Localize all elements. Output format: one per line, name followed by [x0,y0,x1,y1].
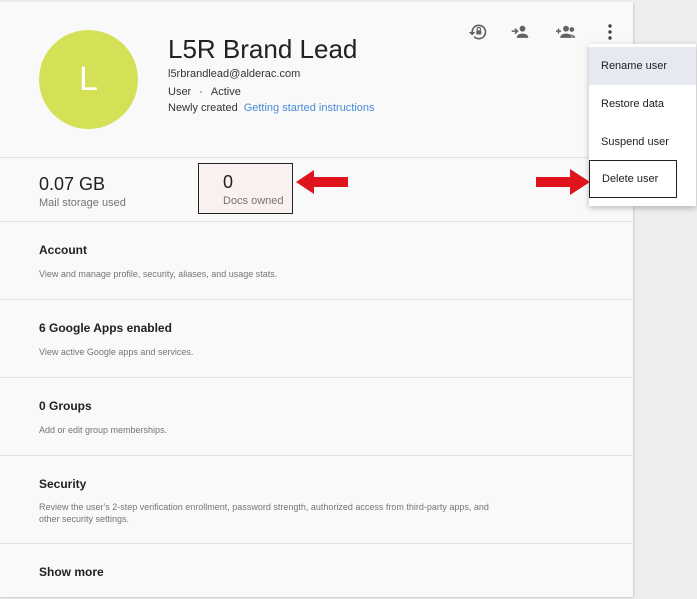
user-name: L5R Brand Lead [168,34,358,64]
section-title: Security [39,477,87,491]
red-arrow-right-icon [536,169,590,195]
red-arrow-left-icon [296,170,348,194]
avatar: L [39,30,138,129]
section-title: 6 Google Apps enabled [39,321,172,335]
menu-item-suspend-user[interactable]: Suspend user [589,123,696,161]
docs-owned-value: 0 [223,172,234,192]
section-security[interactable]: Security Review the user's 2-step verifi… [0,457,634,544]
add-to-group-icon[interactable] [554,20,578,44]
user-created-line: Newly created Getting started instruction… [168,102,375,114]
user-status: Active [210,86,241,98]
mail-storage-stat: 0.07 GB Mail storage used [39,174,126,209]
section-title: Account [39,243,87,257]
separator-dot: · [199,86,203,98]
docs-owned-label: Docs owned [223,195,284,207]
section-description: Add or edit group memberships. [39,425,168,435]
section-show-more[interactable]: Show more [0,545,634,597]
menu-item-delete-user[interactable]: Delete user [589,160,677,198]
section-google-apps[interactable]: 6 Google Apps enabled View active Google… [0,301,634,378]
docs-owned-stat[interactable]: 0 Docs owned [198,163,293,214]
mail-storage-label: Mail storage used [39,197,126,209]
user-details-card: L L5R Brand Lead l5rbrandlead@alderac.co… [0,2,634,597]
menu-item-restore-data[interactable]: Restore data [589,85,696,123]
mail-storage-value: 0.07 GB [39,174,106,194]
section-account[interactable]: Account View and manage profile, securit… [0,223,634,300]
more-vert-icon[interactable] [598,20,622,44]
section-title: 0 Groups [39,399,92,413]
more-actions-menu: Rename user Restore data Suspend user De… [589,44,696,206]
section-groups[interactable]: 0 Groups Add or edit group memberships. [0,379,634,456]
getting-started-link[interactable]: Getting started instructions [244,102,375,114]
transfer-user-icon[interactable] [508,20,532,44]
created-label: Newly created [168,102,238,114]
user-status-line: User · Active [168,86,241,98]
user-header: L L5R Brand Lead l5rbrandlead@alderac.co… [0,2,634,158]
user-role: User [168,86,192,98]
show-more-link: Show more [39,565,104,579]
section-description: Review the user's 2-step verification en… [39,502,489,524]
section-description: View active Google apps and services. [39,347,194,357]
menu-item-rename-user[interactable]: Rename user [589,47,696,85]
user-email: l5rbrandlead@alderac.com [168,68,301,80]
section-description: View and manage profile, security, alias… [39,269,278,279]
restore-icon[interactable] [466,20,490,44]
